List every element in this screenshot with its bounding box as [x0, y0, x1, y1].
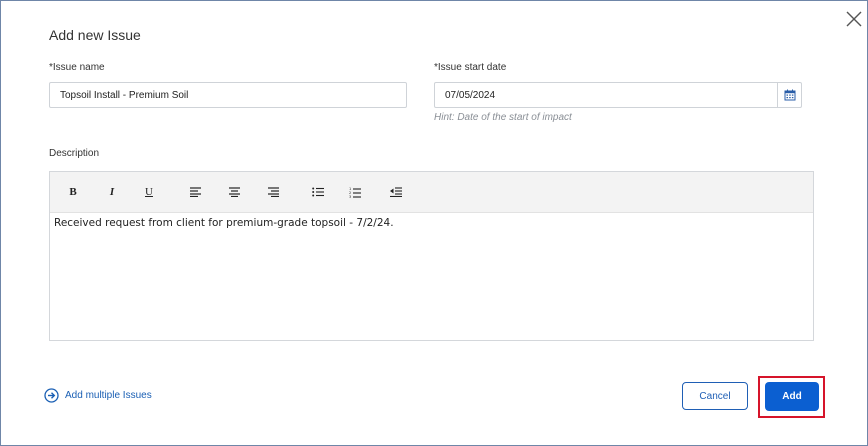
issue-name-input[interactable]	[49, 82, 407, 108]
align-center-icon[interactable]	[225, 184, 243, 200]
numbered-list-icon[interactable]: 123	[346, 184, 364, 200]
editor-content[interactable]: Received request from client for premium…	[54, 217, 394, 229]
underline-button[interactable]: U	[140, 184, 158, 200]
editor-toolbar: B I U 123	[50, 172, 813, 213]
arrow-circle-right-icon	[44, 388, 59, 403]
bullet-list-icon[interactable]	[309, 184, 327, 200]
add-issue-dialog: Add new Issue *Issue name *Issue start d…	[0, 0, 868, 446]
add-multiple-issues-label: Add multiple Issues	[65, 390, 152, 401]
dialog-title: Add new Issue	[49, 27, 141, 43]
start-date-label: *Issue start date	[434, 62, 507, 73]
add-button[interactable]: Add	[765, 382, 819, 411]
description-editor[interactable]: B I U 123 Received request from client f…	[49, 171, 814, 341]
calendar-icon	[784, 89, 796, 100]
italic-button[interactable]: I	[103, 184, 121, 200]
add-multiple-issues-link[interactable]: Add multiple Issues	[44, 388, 152, 403]
cancel-button[interactable]: Cancel	[682, 382, 748, 410]
start-date-hint: Hint: Date of the start of impact	[434, 112, 572, 123]
issue-name-label: *Issue name	[49, 62, 105, 73]
svg-text:3: 3	[349, 195, 351, 198]
align-right-icon[interactable]	[264, 184, 282, 200]
outdent-icon[interactable]	[387, 184, 405, 200]
close-icon[interactable]	[844, 9, 864, 29]
calendar-button[interactable]	[777, 82, 802, 107]
start-date-input[interactable]	[434, 82, 802, 108]
align-left-icon[interactable]	[186, 184, 204, 200]
bold-button[interactable]: B	[64, 184, 82, 200]
description-label: Description	[49, 148, 100, 159]
